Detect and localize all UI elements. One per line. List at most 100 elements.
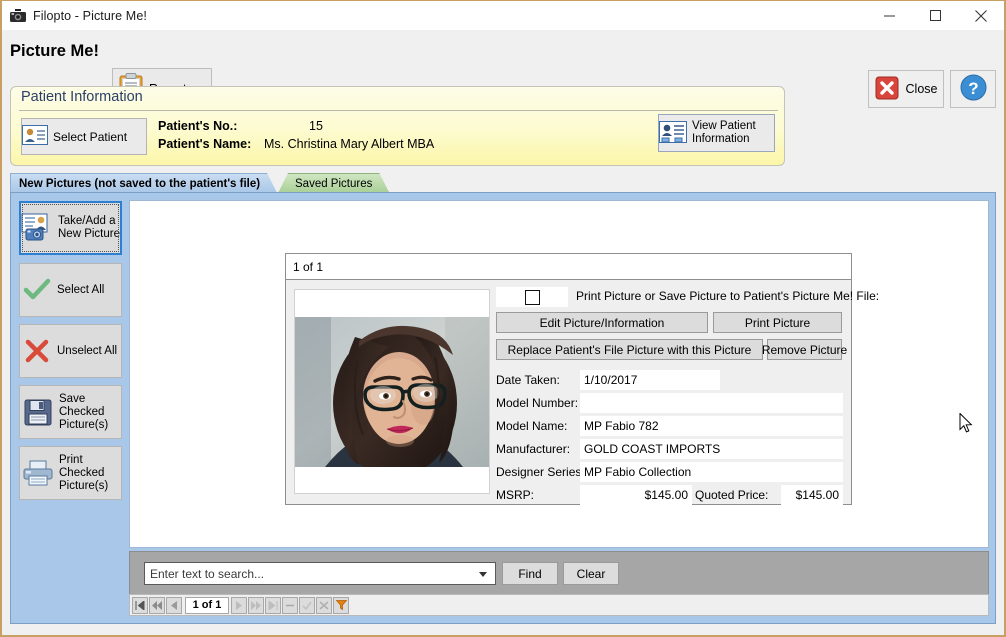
unselect-all-label: Unselect All [57, 344, 118, 357]
nav-next-record-button[interactable] [231, 596, 247, 614]
id-badge-icon [659, 120, 687, 146]
model-number-value[interactable] [580, 393, 843, 413]
model-name-value[interactable]: MP Fabio 782 [580, 416, 843, 436]
add-picture-icon [21, 213, 55, 243]
field-row-date-taken: Date Taken: 1/10/2017 [496, 370, 843, 390]
patient-information-panel: Patient Information Select Patient Patie… [10, 86, 785, 166]
msrp-label: MSRP: [496, 488, 535, 502]
help-button[interactable]: ? [950, 70, 996, 108]
take-add-new-picture-button[interactable]: Take/Add a New Picture [19, 201, 122, 255]
tab-bar: New Pictures (not saved to the patient's… [10, 173, 996, 193]
manufacturer-value[interactable]: GOLD COAST IMPORTS [580, 439, 843, 459]
patient-name-value: Ms. Christina Mary Albert MBA [264, 137, 435, 151]
print-checked-pictures-label: Print Checked Picture(s) [59, 453, 109, 492]
question-mark-icon: ? [960, 74, 987, 104]
close-button[interactable] [958, 1, 1004, 30]
field-row-designer-series: Designer Series: MP Fabio Collection [496, 462, 843, 482]
floppy-disk-icon [20, 399, 56, 426]
minimize-button[interactable] [866, 1, 912, 30]
field-row-pricing: MSRP: $145.00 Quoted Price: $145.00 [496, 485, 843, 505]
green-check-icon [20, 278, 54, 302]
patient-name-label: Patient's Name: [158, 137, 252, 151]
maximize-button[interactable] [912, 1, 958, 30]
nav-next-page-button[interactable] [248, 596, 264, 614]
date-taken-value[interactable]: 1/10/2017 [580, 370, 720, 390]
field-row-model-number: Model Number: [496, 393, 843, 413]
patient-information-title: Patient Information [21, 89, 143, 105]
patient-number-value: 15 [309, 119, 323, 133]
red-x-icon [20, 339, 54, 363]
print-picture-button[interactable]: Print Picture [713, 312, 842, 333]
nav-prev-record-button[interactable] [166, 596, 182, 614]
field-row-manufacturer: Manufacturer: GOLD COAST IMPORTS [496, 439, 843, 459]
nav-last-record-button[interactable] [265, 596, 281, 614]
tab-saved-pictures-label: Saved Pictures [295, 177, 373, 190]
close-action-label: Close [905, 82, 938, 96]
patient-number-label: Patient's No.: [158, 119, 238, 133]
tab-new-pictures[interactable]: New Pictures (not saved to the patient's… [10, 173, 277, 193]
take-add-new-picture-label: Take/Add a New Picture [58, 215, 120, 240]
chevron-down-icon[interactable] [479, 572, 487, 577]
page-title: Picture Me! [10, 42, 99, 60]
svg-text:?: ? [968, 79, 978, 98]
application-window: Filopto - Picture Me! Picture Me! Close … [0, 0, 1006, 637]
pictures-body-panel: Take/Add a New Picture Select All Unselec… [10, 192, 996, 624]
header-bar: Picture Me! Reports [2, 30, 1004, 110]
print-save-checkbox-cell [496, 287, 568, 307]
replace-file-picture-button[interactable]: Replace Patient's File Picture with this… [496, 339, 763, 360]
red-x-icon [875, 76, 899, 103]
search-input-placeholder: Enter text to search... [150, 566, 265, 581]
designer-series-value[interactable]: MP Fabio Collection [580, 462, 843, 482]
nav-delete-record-button[interactable] [282, 596, 298, 614]
divider [19, 110, 778, 111]
printer-icon [20, 460, 56, 486]
patient-photo-frame[interactable] [294, 289, 490, 494]
nav-position-indicator[interactable]: 1 of 1 [185, 596, 229, 614]
nav-cancel-edit-button[interactable] [316, 596, 332, 614]
print-save-checkbox[interactable] [524, 289, 540, 305]
unselect-all-button[interactable]: Unselect All [19, 324, 122, 378]
window-controls [866, 1, 1004, 30]
msrp-value[interactable]: $145.00 [580, 485, 692, 505]
record-navigator: 1 of 1 [129, 594, 989, 616]
nav-accept-edit-button[interactable] [299, 596, 315, 614]
designer-series-label: Designer Series: [496, 465, 585, 479]
nav-first-record-button[interactable] [132, 596, 148, 614]
nav-filter-button[interactable] [333, 596, 349, 614]
view-patient-information-button[interactable]: View Patient Information [658, 114, 775, 152]
select-patient-label: Select Patient [53, 129, 128, 144]
tab-new-pictures-label: New Pictures (not saved to the patient's… [19, 177, 261, 190]
select-patient-button[interactable]: Select Patient [21, 118, 147, 155]
field-row-model-name: Model Name: MP Fabio 782 [496, 416, 843, 436]
remove-picture-button[interactable]: Remove Picture [762, 339, 847, 360]
save-checked-pictures-button[interactable]: Save Checked Picture(s) [19, 385, 122, 439]
quoted-price-label: Quoted Price: [695, 488, 769, 502]
search-panel: Enter text to search... Find Clear [129, 551, 989, 595]
nav-prev-page-button[interactable] [149, 596, 165, 614]
tab-saved-pictures[interactable]: Saved Pictures [278, 173, 389, 193]
view-patient-label: View Patient Information [692, 120, 756, 145]
save-checked-pictures-label: Save Checked Picture(s) [59, 392, 109, 431]
title-bar: Filopto - Picture Me! [2, 1, 1004, 30]
record-counter-header: 1 of 1 [286, 254, 851, 280]
edit-picture-information-button[interactable]: Edit Picture/Information [496, 312, 708, 333]
date-taken-label: Date Taken: [496, 373, 560, 387]
select-all-button[interactable]: Select All [19, 263, 122, 317]
model-number-label: Model Number: [496, 396, 579, 410]
camera-icon [10, 8, 26, 23]
pictures-scroll-area: 1 of 1 Print Picture or Save Picture to … [129, 200, 989, 548]
model-name-label: Model Name: [496, 419, 568, 433]
clear-button[interactable]: Clear [563, 562, 619, 585]
print-checked-pictures-button[interactable]: Print Checked Picture(s) [19, 446, 122, 500]
close-action-button[interactable]: Close [868, 70, 944, 108]
id-card-icon [22, 125, 48, 148]
manufacturer-label: Manufacturer: [496, 442, 571, 456]
select-all-label: Select All [57, 283, 105, 296]
search-input[interactable]: Enter text to search... [144, 562, 496, 585]
print-save-checkbox-label: Print Picture or Save Picture to Patient… [576, 289, 880, 303]
picture-record-card: 1 of 1 Print Picture or Save Picture to … [285, 253, 879, 505]
quoted-price-value[interactable]: $145.00 [781, 485, 843, 505]
patient-photo [295, 317, 489, 467]
record-counter-text: 1 of 1 [293, 259, 324, 274]
find-button[interactable]: Find [502, 562, 558, 585]
